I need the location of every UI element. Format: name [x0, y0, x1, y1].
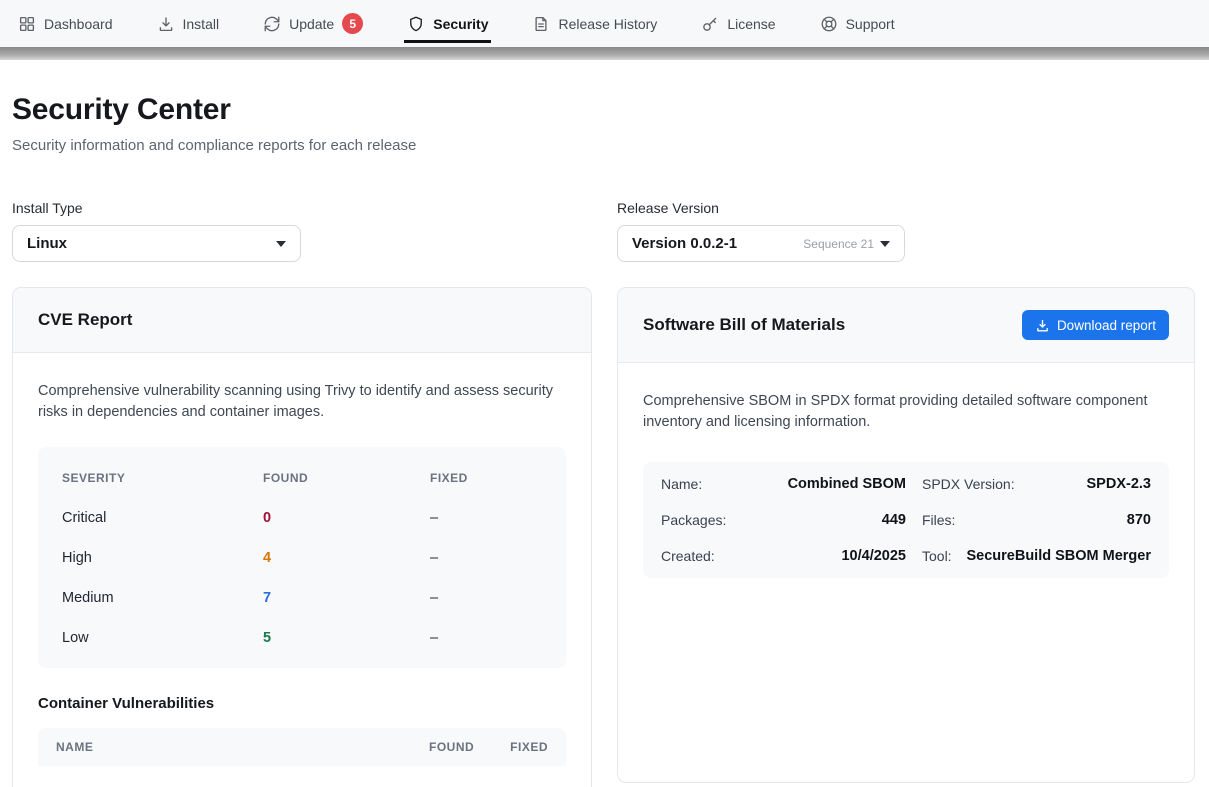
severity-table: SEVERITY FOUND FIXED Critical 0 – High 4… — [38, 447, 566, 668]
release-version-select[interactable]: Version 0.0.2-1 Sequence 21 — [617, 225, 905, 262]
nav-label-dashboard: Dashboard — [44, 16, 113, 32]
nav-label-update: Update — [289, 16, 334, 32]
table-row: Medium 7 – — [38, 578, 566, 618]
nav-label-support: Support — [846, 16, 895, 32]
detail-label: Packages: — [661, 512, 726, 528]
nav-item-security[interactable]: Security — [407, 0, 488, 47]
found-count: 7 — [263, 590, 430, 606]
sbom-details: Name: Combined SBOM SPDX Version: SPDX-2… — [643, 462, 1169, 578]
shield-icon — [407, 15, 425, 33]
severity-name: Medium — [62, 590, 263, 606]
detail-label: SPDX Version: — [922, 476, 1015, 492]
install-type-label: Install Type — [12, 200, 592, 216]
table-row: Critical 0 – — [38, 498, 566, 538]
table-row: High 4 – — [38, 538, 566, 578]
fixed-count: – — [430, 510, 566, 526]
sbom-card-header: Software Bill of Materials Download repo… — [618, 288, 1194, 363]
install-type-field: Install Type Linux — [12, 200, 592, 262]
container-vulnerabilities-title: Container Vulnerabilities — [38, 695, 566, 712]
nav-label-release-history: Release History — [558, 16, 657, 32]
download-report-label: Download report — [1057, 318, 1156, 333]
container-vulnerabilities-table-header: NAME FOUND FIXED — [38, 728, 566, 766]
nav-item-dashboard[interactable]: Dashboard — [18, 0, 113, 47]
found-col-header: FOUND — [263, 471, 430, 485]
nav-label-security: Security — [433, 16, 488, 32]
release-version-field: Release Version Version 0.0.2-1 Sequence… — [617, 200, 1195, 262]
nav-item-license[interactable]: License — [701, 0, 775, 47]
fixed-col-header: FIXED — [430, 471, 566, 485]
detail-value: 10/4/2025 — [841, 548, 906, 564]
found-count: 5 — [263, 630, 430, 646]
sbom-detail-spdx-version: SPDX Version: SPDX-2.3 — [906, 466, 1151, 502]
nav-item-support[interactable]: Support — [820, 0, 895, 47]
chevron-down-icon — [880, 241, 890, 247]
document-icon — [532, 15, 550, 33]
filters-row: Install Type Linux Release Version Versi… — [12, 200, 1195, 262]
detail-label: Name: — [661, 476, 702, 492]
chevron-down-icon — [276, 241, 286, 247]
release-sequence-label: Sequence 21 — [803, 237, 874, 251]
cve-description: Comprehensive vulnerability scanning usi… — [38, 381, 566, 424]
page-subtitle: Security information and compliance repo… — [12, 137, 1195, 154]
sbom-detail-tool: Tool: SecureBuild SBOM Merger — [906, 538, 1151, 574]
nav-item-update[interactable]: Update 5 — [263, 0, 363, 47]
install-type-select[interactable]: Linux — [12, 225, 301, 262]
cve-card-header: CVE Report — [13, 288, 591, 353]
main-content: Security Center Security information and… — [0, 93, 1209, 787]
detail-value: 449 — [882, 512, 906, 528]
severity-name: Critical — [62, 510, 263, 526]
fixed-col-header: FIXED — [510, 740, 548, 754]
fixed-count: – — [430, 550, 566, 566]
detail-value: SecureBuild SBOM Merger — [966, 548, 1151, 564]
table-row: Low 5 – — [38, 618, 566, 658]
install-type-value: Linux — [27, 235, 67, 252]
detail-value: Combined SBOM — [788, 476, 906, 492]
cve-card-body: Comprehensive vulnerability scanning usi… — [13, 353, 591, 787]
nav-label-install: Install — [183, 16, 220, 32]
download-icon — [157, 15, 175, 33]
found-count: 4 — [263, 550, 430, 566]
release-version-label: Release Version — [617, 200, 1195, 216]
fixed-count: – — [430, 630, 566, 646]
detail-label: Created: — [661, 548, 715, 564]
detail-label: Tool: — [922, 548, 952, 564]
detail-label: Files: — [922, 512, 955, 528]
sbom-detail-files: Files: 870 — [906, 502, 1151, 538]
update-count-badge: 5 — [342, 13, 363, 34]
name-col-header: NAME — [56, 740, 429, 754]
cards-row: CVE Report Comprehensive vulnerability s… — [12, 287, 1195, 787]
page-title: Security Center — [12, 93, 1195, 127]
release-version-value: Version 0.0.2-1 — [632, 235, 737, 252]
lifebuoy-icon — [820, 15, 838, 33]
sbom-card: Software Bill of Materials Download repo… — [617, 287, 1195, 783]
key-icon — [701, 15, 719, 33]
sbom-card-title: Software Bill of Materials — [643, 315, 845, 335]
sbom-detail-created: Created: 10/4/2025 — [661, 538, 906, 574]
sbom-detail-name: Name: Combined SBOM — [661, 466, 906, 502]
sbom-description: Comprehensive SBOM in SPDX format provid… — [643, 391, 1169, 434]
top-navigation: Dashboard Install Update 5 Security Rele… — [0, 0, 1209, 47]
download-report-button[interactable]: Download report — [1022, 310, 1169, 340]
nav-item-install[interactable]: Install — [157, 0, 220, 47]
nav-item-release-history[interactable]: Release History — [532, 0, 657, 47]
severity-col-header: SEVERITY — [62, 471, 263, 485]
detail-value: SPDX-2.3 — [1087, 476, 1151, 492]
cve-card-title: CVE Report — [38, 310, 132, 330]
refresh-icon — [263, 15, 281, 33]
nav-label-license: License — [727, 16, 775, 32]
fixed-count: – — [430, 590, 566, 606]
download-icon — [1035, 318, 1050, 333]
severity-name: High — [62, 550, 263, 566]
severity-table-header: SEVERITY FOUND FIXED — [38, 455, 566, 498]
divider-band — [0, 47, 1209, 60]
detail-value: 870 — [1127, 512, 1151, 528]
dashboard-grid-icon — [18, 15, 36, 33]
cve-report-card: CVE Report Comprehensive vulnerability s… — [12, 287, 592, 787]
sbom-detail-packages: Packages: 449 — [661, 502, 906, 538]
found-count: 0 — [263, 510, 430, 526]
sbom-card-body: Comprehensive SBOM in SPDX format provid… — [618, 363, 1194, 602]
severity-name: Low — [62, 630, 263, 646]
found-col-header: FOUND — [429, 740, 474, 754]
